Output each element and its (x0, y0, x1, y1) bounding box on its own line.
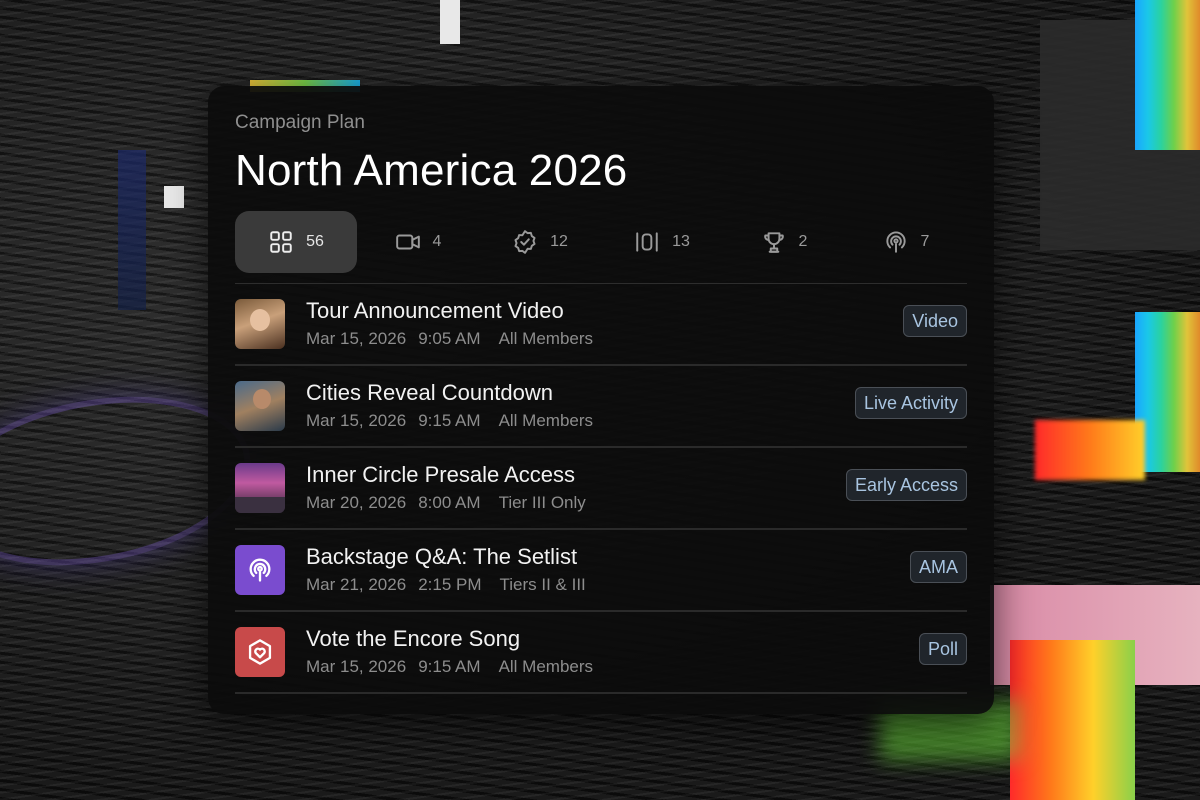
item-audience: All Members (498, 657, 594, 676)
item-time: 9:05 AM (418, 329, 481, 348)
podcast-icon (249, 558, 271, 582)
item-title: Tour Announcement Video (306, 298, 564, 323)
thumbnail-image (235, 381, 285, 431)
list-item[interactable]: Vote the Encore Song Mar 15, 2026 9:15 A… (235, 612, 967, 694)
thumbnail-image (235, 463, 285, 513)
thumbnail-image (235, 299, 285, 349)
type-badge: Video (903, 305, 967, 337)
tab-live-activity[interactable]: 13 (601, 211, 723, 273)
grid-icon (270, 231, 292, 253)
trophy-icon (763, 232, 784, 253)
list-item[interactable]: Tour Announcement Video Mar 15, 2026 9:0… (235, 284, 967, 366)
item-time: 8:00 AM (418, 493, 481, 512)
glitch-block (1035, 420, 1145, 480)
live-activity-icon (636, 232, 658, 252)
tab-count: 7 (920, 233, 930, 250)
item-date: Mar 15, 2026 (306, 411, 407, 430)
glitch-block (1010, 640, 1135, 800)
list-item[interactable]: Cities Reveal Countdown Mar 15, 2026 9:1… (235, 366, 967, 448)
campaign-list: Tour Announcement Video Mar 15, 2026 9:0… (235, 283, 967, 694)
podcast-icon (885, 231, 906, 253)
tab-video[interactable]: 4 (357, 211, 479, 273)
item-date: Mar 21, 2026 (306, 575, 407, 594)
item-date: Mar 15, 2026 (306, 657, 407, 676)
tab-trophy[interactable]: 2 (723, 211, 845, 273)
item-title: Backstage Q&A: The Setlist (306, 544, 578, 569)
campaign-card: Campaign Plan North America 2026 56 4 12 (208, 86, 994, 714)
type-badge: AMA (909, 551, 967, 583)
tab-count: 2 (798, 233, 808, 250)
type-badge: Live Activity (854, 387, 967, 419)
glitch-block (164, 186, 184, 208)
item-time: 9:15 AM (418, 411, 481, 430)
type-badge: Poll (918, 633, 967, 665)
eyebrow-label: Campaign Plan (235, 112, 365, 133)
tab-all[interactable]: 56 (235, 211, 357, 273)
item-audience: Tiers II & III (499, 575, 586, 594)
item-time: 9:15 AM (418, 657, 481, 676)
tab-early-access[interactable]: 12 (479, 211, 601, 273)
video-icon (395, 234, 420, 250)
item-title: Cities Reveal Countdown (306, 380, 554, 405)
item-audience: All Members (498, 411, 594, 430)
item-audience: All Members (498, 329, 594, 348)
tab-count: 13 (672, 233, 690, 250)
tab-count: 4 (432, 233, 442, 250)
glitch-block (1135, 0, 1200, 150)
list-item[interactable]: Backstage Q&A: The Setlist Mar 21, 2026 … (235, 530, 967, 612)
verified-badge-icon (514, 230, 536, 254)
heart-hexagon-icon (248, 639, 272, 665)
thumbnail-icon-tile (235, 545, 285, 595)
thumbnail-icon-tile (235, 627, 285, 677)
item-audience: Tier III Only (498, 493, 586, 512)
item-title: Inner Circle Presale Access (306, 462, 575, 487)
item-date: Mar 15, 2026 (306, 329, 407, 348)
item-title: Vote the Encore Song (306, 626, 521, 651)
type-badge: Early Access (845, 469, 967, 501)
glitch-block (440, 0, 460, 44)
item-date: Mar 20, 2026 (306, 493, 407, 512)
tab-podcast[interactable]: 7 (845, 211, 967, 273)
page-title: North America 2026 (235, 146, 628, 195)
tab-count: 12 (550, 233, 568, 250)
tab-count: 56 (306, 233, 324, 250)
filter-tabs: 56 4 12 13 2 7 (235, 211, 967, 273)
item-time: 2:15 PM (418, 575, 482, 594)
list-item[interactable]: Inner Circle Presale Access Mar 20, 2026… (235, 448, 967, 530)
glitch-block (118, 150, 146, 310)
